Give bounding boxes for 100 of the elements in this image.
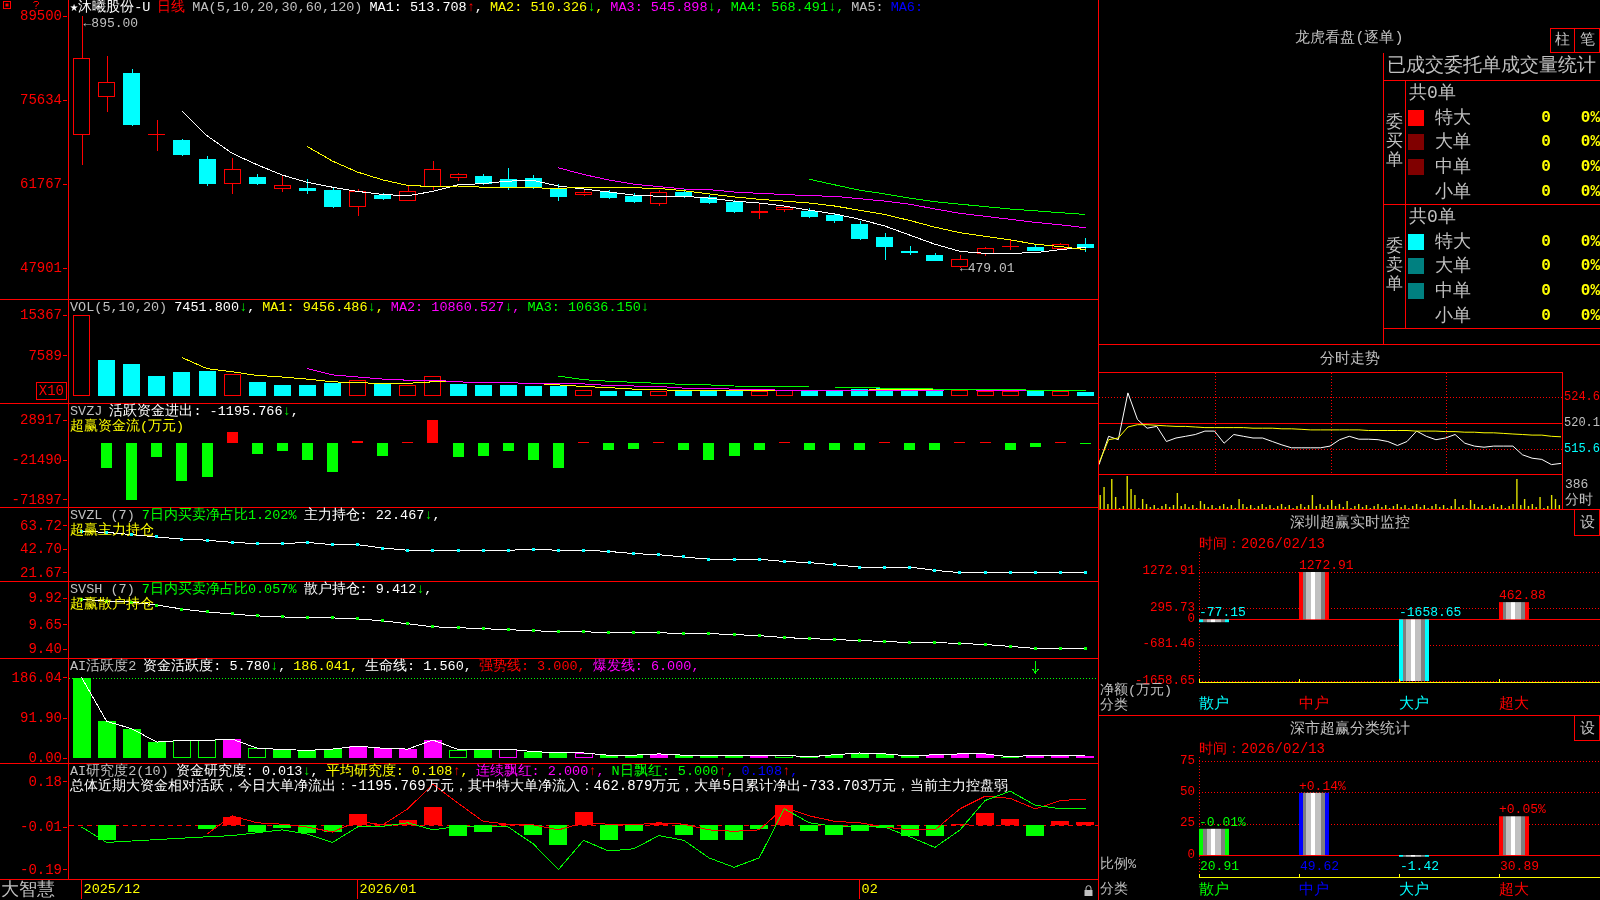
legend-label: 7451.800↓, [174,300,256,315]
value-label: 1272.91 [1299,558,1354,573]
panel-title: 龙虎看盘(逐单) [1295,29,1404,49]
axis-title: 分时 [1564,492,1593,509]
axis-label: 186.04 [11,670,68,685]
percent-value: 0% [1580,108,1600,127]
legend-label: SVSH (7) [70,582,135,597]
legend-label: 资金活跃度: 5.780↓, [143,659,287,674]
count-value: 0 [1541,133,1551,152]
legend-label: MA2: 510.326↓, [489,0,604,15]
legend-label: 7日内买卖净占比0.057% [141,582,297,597]
percent-value: 0% [1580,306,1600,325]
axis-label: 21.67 [20,566,68,580]
value-label: -77.15 [1199,605,1246,621]
axis-label: 386 [1564,477,1589,492]
brand-label: 大智慧 [0,880,56,900]
category-label: 超大 [1499,696,1529,712]
legend-label: SVZL (7) [70,508,135,523]
axis-label: 15367 [20,308,68,322]
section-label: 委买单 [1386,114,1403,171]
axis-label: -681.46 [1142,639,1195,651]
total-label: 共0单 [1408,206,1456,229]
percent-value: 0% [1580,158,1600,177]
value-label: -1658.65 [1399,605,1462,621]
percent-value: 0% [1580,182,1600,201]
axis-label: 9.65 [28,617,68,632]
value-label: 30.89 [1500,859,1539,874]
row-label: 小单 [1435,305,1471,326]
section-title: 深市超赢分类统计 [1289,719,1410,739]
section-title: 分时走势 [1319,349,1380,369]
percent-value: 0% [1580,133,1600,152]
axis-label: 295.73 [1150,602,1195,614]
legend-label: 生命线: 1.560, [365,659,472,674]
count-value: 0 [1541,232,1551,251]
legend-label: VOL(5,10,20) [70,300,168,315]
legend-label: MA6: [890,0,924,15]
section-title: 深圳超赢实时监控 [1289,513,1410,533]
axis-label: 515.6 [1564,442,1600,455]
axis-label: 1272.91 [1142,566,1195,578]
change-label: +0.05% [1499,802,1546,818]
legend-label: 活跃资金进出: -1195.766↓, [109,404,299,419]
total-label: 共0单 [1408,82,1456,105]
legend-label: AI活跃度2 [70,659,137,674]
change-label: -0.01% [1199,814,1246,830]
legend-label: MA3: 545.898↓, [610,0,724,15]
legend-label: MA3: 10636.150↓ [527,300,649,315]
count-value: 0 [1541,282,1551,301]
legend-label: 主力持仓: 22.467↓, [303,508,441,523]
row-label: 特大 [1435,231,1471,252]
legend-label: AI研究度2(10) [70,764,169,779]
count-value: 0 [1541,182,1551,201]
axis-label: 520.1 [1564,416,1600,429]
section-label: 委卖单 [1386,238,1403,295]
axis-label: -71897 [11,493,68,507]
row-label: 中单 [1435,281,1471,302]
legend-label: SVZJ [70,404,103,419]
value-label: -1.42 [1400,859,1439,874]
legend-label: MA5: [851,0,884,15]
legend-label: 0.108↑, [741,764,799,779]
axis-title: 比例% [1099,857,1137,872]
category-label: 中户 [1299,882,1329,898]
category-label: 大户 [1399,696,1429,712]
category-label: 大户 [1399,882,1429,898]
axis-title: 分类 [1099,882,1128,897]
date-label: 02 [858,880,878,899]
legend-label: ★沐曦股份-U [70,0,151,15]
legend-label: 日线 [157,0,186,15]
legend-label: MA4: 568.491↓, [730,0,845,15]
legend-label: 散户持仓: 9.412↓, [303,582,433,597]
timestamp: 时间：2026/02/13 [1199,536,1325,552]
count-value: 0 [1541,158,1551,177]
count-value: 0 [1541,257,1551,276]
axis-label: 50 [1180,786,1195,798]
axis-label: 524.6 [1564,390,1600,403]
axis-label: 25 [1180,818,1195,830]
count-value: 0 [1541,306,1551,325]
row-label: 大单 [1435,132,1471,153]
price-label: ←479.01 [959,261,1015,277]
legend-label: MA2: 10860.527↓, [390,300,521,315]
axis-title: 分类 [1099,698,1128,713]
change-label: +0.14% [1299,778,1346,794]
legend-label: N日飘红: 5.000↑, [611,764,735,779]
value-label: 462.88 [1499,588,1546,604]
percent-value: 0% [1580,282,1600,301]
percent-value: 0% [1580,257,1600,276]
legend-label: MA1: 513.708↑, [369,0,483,15]
value-label: 20.91 [1200,859,1239,874]
date-label: 2025/12 [80,880,141,899]
axis-label: -0.19 [20,862,68,877]
category-label: 中户 [1299,696,1329,712]
axis-label: 63.72 [20,519,68,533]
axis-label: 75 [1180,755,1195,767]
legend-label: 资金研究度: 0.013↓, [175,764,319,779]
count-value: 0 [1541,108,1551,127]
category-label: 散户 [1199,696,1229,712]
legend-label: 186.041, [293,659,359,674]
date-label: 2026/01 [356,880,417,899]
legend-label: 爆发线: 6.000, [592,659,700,674]
row-label: 特大 [1435,107,1471,128]
value-label: 49.62 [1300,859,1339,874]
